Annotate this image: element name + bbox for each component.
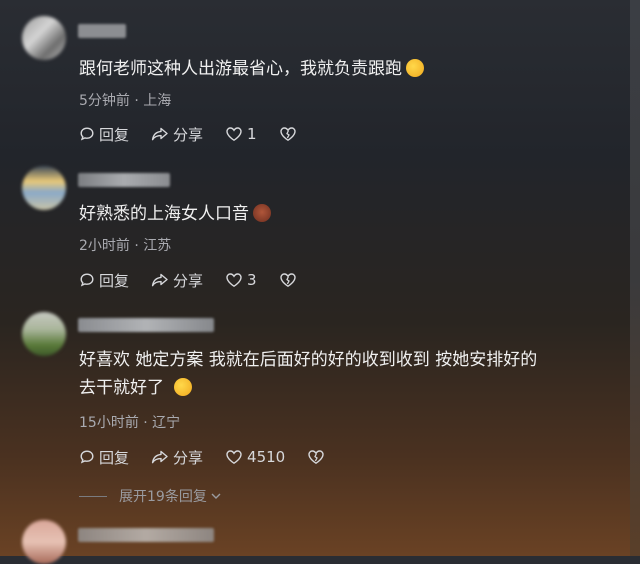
- avatar[interactable]: [22, 520, 66, 564]
- share-button[interactable]: 分享: [151, 124, 203, 145]
- like-count: 4510: [247, 448, 286, 466]
- comment-actions: 回复 分享 1: [79, 124, 323, 144]
- reply-bubble-icon: [80, 127, 94, 141]
- comment-meta: 5分钟前 · 上海: [79, 93, 172, 109]
- username-blurred[interactable]: [78, 24, 126, 38]
- comment-text-line2: 去干就好了: [79, 378, 164, 398]
- share-label: 分享: [173, 448, 204, 467]
- reply-button[interactable]: 回复: [79, 270, 129, 291]
- replies-divider: [79, 495, 107, 497]
- username-blurred[interactable]: [78, 318, 214, 332]
- avatar[interactable]: [22, 312, 66, 356]
- like-button[interactable]: 3: [225, 271, 257, 289]
- heart-icon: [226, 273, 242, 288]
- reply-label: 回复: [99, 448, 130, 467]
- comment-actions: 回复 分享 3: [79, 270, 323, 290]
- share-arrow-icon: [151, 450, 168, 464]
- username-blurred[interactable]: [78, 173, 170, 187]
- share-arrow-icon: [151, 127, 168, 141]
- reply-button[interactable]: 回复: [79, 124, 129, 145]
- dislike-button[interactable]: [279, 126, 301, 142]
- broken-heart-icon: [279, 127, 296, 142]
- comment-text-line2-row: 去干就好了: [79, 374, 619, 402]
- comment-meta: 15小时前 · 辽宁: [79, 415, 181, 431]
- dislike-button[interactable]: [307, 449, 329, 465]
- broken-heart-icon: [308, 450, 324, 465]
- comment-text-content: 好熟悉的上海女人口音: [79, 204, 249, 224]
- like-button[interactable]: 1: [225, 125, 257, 143]
- smirk-emoji-icon: [406, 59, 424, 77]
- share-label: 分享: [173, 271, 204, 290]
- dislike-button[interactable]: [279, 272, 301, 288]
- share-button[interactable]: 分享: [151, 447, 203, 468]
- comment-meta: 2小时前 · 江苏: [79, 238, 172, 254]
- reply-button[interactable]: 回复: [79, 447, 129, 468]
- avatar[interactable]: [22, 166, 66, 210]
- reply-bubble-icon: [80, 273, 94, 287]
- chevron-down-icon: [211, 493, 221, 499]
- comment-actions: 回复 分享 4510: [79, 447, 351, 467]
- comment-text-line1: 好喜欢 她定方案 我就在后面好的好的收到收到 按她安排好的: [79, 350, 538, 370]
- comment-text: 好喜欢 她定方案 我就在后面好的好的收到收到 按她安排好的 去干就好了: [79, 346, 619, 402]
- shush-emoji-icon: [174, 378, 192, 396]
- like-button[interactable]: 4510: [225, 448, 285, 466]
- like-count: 1: [247, 125, 257, 143]
- share-arrow-icon: [151, 273, 168, 287]
- share-label: 分享: [173, 125, 204, 144]
- expand-replies-label: 展开19条回复: [119, 489, 207, 505]
- comment-text: 好熟悉的上海女人口音: [79, 200, 619, 228]
- heart-icon: [226, 127, 242, 142]
- avatar[interactable]: [22, 16, 66, 60]
- broken-heart-icon: [279, 273, 296, 288]
- reply-label: 回复: [99, 271, 130, 290]
- comment-text-content: 跟何老师这种人出游最省心，我就负责跟跑: [79, 59, 402, 79]
- like-count: 3: [247, 271, 257, 289]
- poop-emoji-icon: [253, 204, 271, 222]
- heart-icon: [226, 450, 242, 465]
- scrollbar-track: [630, 0, 640, 556]
- comment-text: 跟何老师这种人出游最省心，我就负责跟跑: [79, 55, 619, 83]
- share-button[interactable]: 分享: [151, 270, 203, 291]
- reply-bubble-icon: [80, 450, 94, 464]
- username-blurred[interactable]: [78, 528, 214, 542]
- reply-label: 回复: [99, 125, 130, 144]
- expand-replies-button[interactable]: 展开19条回复: [79, 486, 223, 506]
